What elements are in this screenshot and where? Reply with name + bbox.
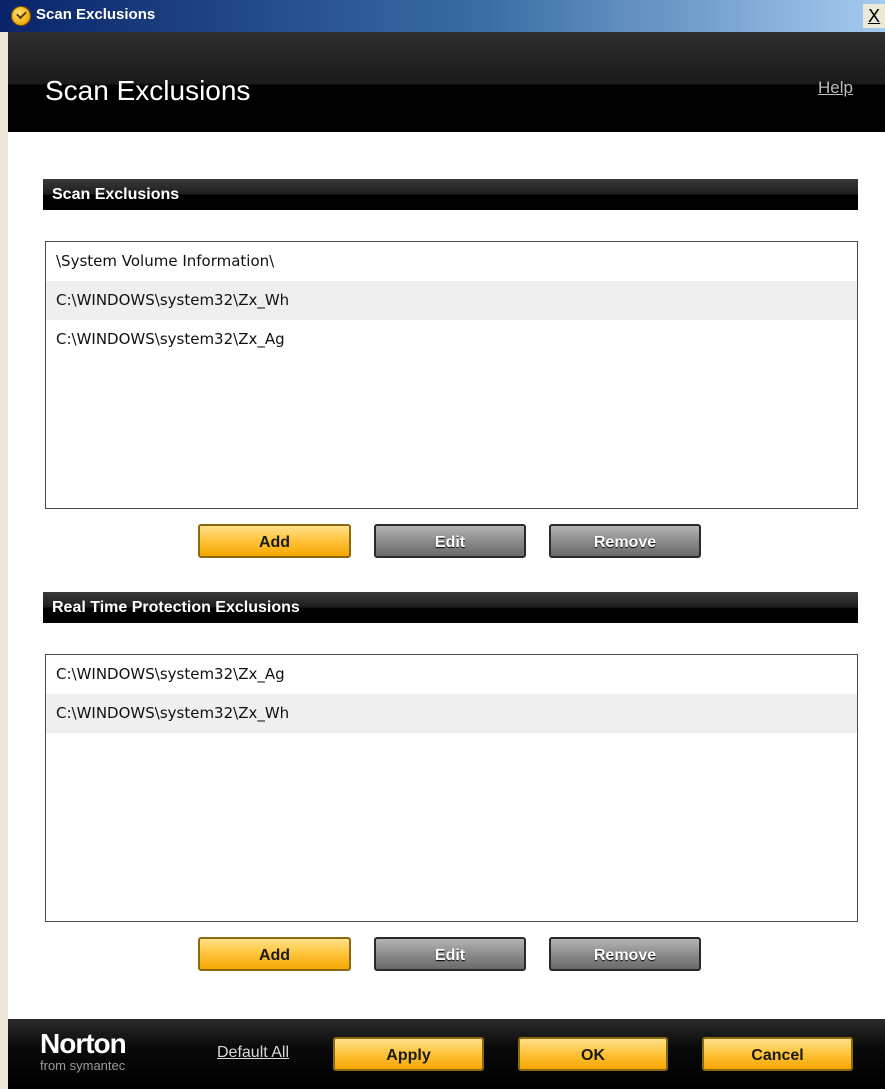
- cancel-button[interactable]: Cancel: [702, 1037, 853, 1071]
- window-titlebar: Scan Exclusions X: [0, 0, 885, 32]
- page-header: Scan Exclusions Help: [8, 32, 885, 132]
- apply-button[interactable]: Apply: [333, 1037, 484, 1071]
- default-all-link[interactable]: Default All: [217, 1044, 289, 1062]
- rtp-remove-button[interactable]: Remove: [549, 937, 701, 971]
- scan-remove-button[interactable]: Remove: [549, 524, 701, 558]
- rtp-exclusions-list[interactable]: C:\WINDOWS\system32\Zx_Ag C:\WINDOWS\sys…: [45, 654, 858, 922]
- scan-exclusions-title: Scan Exclusions: [52, 186, 180, 203]
- list-item[interactable]: C:\WINDOWS\system32\Zx_Wh: [46, 281, 857, 320]
- scan-exclusions-list[interactable]: \System Volume Information\ C:\WINDOWS\s…: [45, 241, 858, 509]
- window-title: Scan Exclusions: [36, 6, 156, 23]
- close-button[interactable]: X: [863, 4, 885, 28]
- list-item[interactable]: C:\WINDOWS\system32\Zx_Ag: [46, 320, 857, 359]
- norton-shield-icon: [11, 6, 31, 26]
- rtp-edit-button[interactable]: Edit: [374, 937, 526, 971]
- rtp-exclusions-title: Real Time Protection Exclusions: [52, 599, 300, 616]
- rtp-add-button[interactable]: Add: [198, 937, 351, 971]
- logo-brand: Norton: [40, 1028, 127, 1059]
- scan-edit-button[interactable]: Edit: [374, 524, 526, 558]
- logo-tagline: from symantec: [40, 1058, 126, 1073]
- ok-button[interactable]: OK: [518, 1037, 668, 1071]
- scan-add-button[interactable]: Add: [198, 524, 351, 558]
- rtp-exclusions-header: Real Time Protection Exclusions: [43, 592, 858, 623]
- footer-bar: Norton from symantec Default All Apply O…: [8, 1019, 885, 1089]
- page-title: Scan Exclusions: [45, 75, 251, 106]
- list-item[interactable]: \System Volume Information\: [46, 242, 857, 281]
- help-link[interactable]: Help: [818, 78, 853, 98]
- norton-logo: Norton from symantec: [40, 1028, 127, 1074]
- window-left-border: [0, 32, 8, 1089]
- list-item[interactable]: C:\WINDOWS\system32\Zx_Wh: [46, 694, 857, 733]
- close-icon: X: [867, 6, 881, 27]
- list-item[interactable]: C:\WINDOWS\system32\Zx_Ag: [46, 655, 857, 694]
- scan-exclusions-header: Scan Exclusions: [43, 179, 858, 210]
